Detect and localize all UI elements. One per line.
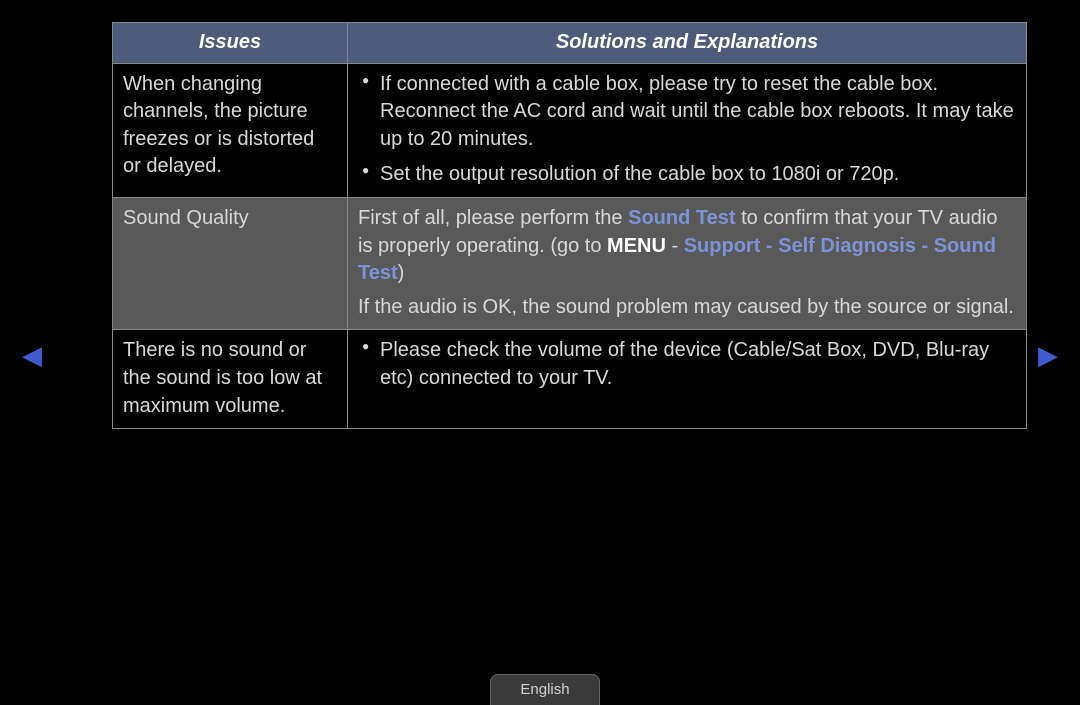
menu-label: MENU [607, 235, 666, 257]
page: Issues Solutions and Explanations When c… [0, 0, 1080, 705]
solution-text-line2: If the audio is OK, the sound problem ma… [358, 294, 1016, 322]
table-header-row: Issues Solutions and Explanations [113, 23, 1027, 64]
solution-text: First of all, please perform the Sound T… [358, 205, 1016, 288]
issue-cell: When changing channels, the picture free… [113, 63, 348, 197]
troubleshooting-table-wrap: Issues Solutions and Explanations When c… [112, 22, 1027, 429]
issue-cell: There is no sound or the sound is too lo… [113, 330, 348, 429]
table-row: There is no sound or the sound is too lo… [113, 330, 1027, 429]
header-solutions: Solutions and Explanations [348, 23, 1027, 64]
issue-cell: Sound Quality [113, 197, 348, 329]
language-tab[interactable]: English [490, 674, 600, 705]
troubleshooting-table: Issues Solutions and Explanations When c… [112, 22, 1027, 429]
table-row: When changing channels, the picture free… [113, 63, 1027, 197]
bullet-item: Set the output resolution of the cable b… [358, 161, 1016, 189]
sound-test-label: Sound Test [628, 207, 735, 229]
bullet-item: Please check the volume of the device (C… [358, 337, 1016, 392]
text-fragment: - [666, 235, 684, 257]
table-row: Sound Quality First of all, please perfo… [113, 197, 1027, 329]
bullet-item: If connected with a cable box, please tr… [358, 71, 1016, 154]
next-page-arrow[interactable]: ▶ [1038, 340, 1058, 371]
header-issues: Issues [113, 23, 348, 64]
solution-cell: First of all, please perform the Sound T… [348, 197, 1027, 329]
solution-cell: Please check the volume of the device (C… [348, 330, 1027, 429]
text-fragment: First of all, please perform the [358, 207, 628, 229]
solution-cell: If connected with a cable box, please tr… [348, 63, 1027, 197]
text-fragment: ) [398, 262, 405, 284]
previous-page-arrow[interactable]: ◀ [22, 340, 42, 371]
